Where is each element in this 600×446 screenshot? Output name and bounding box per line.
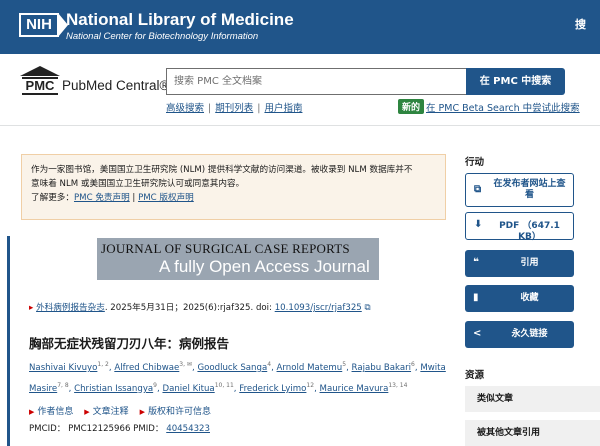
author-affiliation[interactable]: 5 xyxy=(342,361,346,368)
advanced-search-link[interactable]: 高级搜索 xyxy=(166,103,204,114)
author-link[interactable]: Nashivai Kivuyo xyxy=(29,363,97,373)
pmc-name[interactable]: PubMed Central® xyxy=(62,78,170,93)
resources-heading: 资源 xyxy=(465,370,485,381)
author-link[interactable]: Frederick Lyimo xyxy=(239,384,306,394)
copyright-info-label: 版权和许可信息 xyxy=(147,407,211,417)
citation-line: ▸ 外科病例报告杂志. 2025年5月31日；2025(6):rjaf325. … xyxy=(29,301,371,313)
notice-sep: | xyxy=(129,193,139,203)
external-link-icon: ⧉ xyxy=(364,303,371,313)
header-divider xyxy=(0,125,600,126)
author-affiliation[interactable]: 3, ✉ xyxy=(179,361,192,368)
triangle-right-icon: ▶ xyxy=(84,408,90,416)
pmid-line: PMCID： PMC12125966 PMID： 40454323 xyxy=(29,422,210,434)
journal-banner[interactable]: JOURNAL OF SURGICAL CASE REPORTS A fully… xyxy=(97,238,379,280)
org-title[interactable]: National Library of Medicine xyxy=(66,10,294,30)
notice-line-2: 意味着 NLM 或美国国立卫生研究院认可或同意其内容。 xyxy=(31,179,245,189)
new-badge: 新的 xyxy=(398,99,425,114)
pmid-link[interactable]: 40454323 xyxy=(166,424,210,434)
notice-line-1: 作为一家图书馆，美国国立卫生研究院 (NLM) 提供科学文献的访问渠道。被收录到… xyxy=(31,165,413,175)
doi-link[interactable]: 10.1093/jscr/rjaf325 xyxy=(275,303,362,313)
article-notes-label: 文章注释 xyxy=(92,407,129,417)
notice-learn-more: 了解更多：PMC 免责声明 | PMC 版权声明 xyxy=(31,191,436,205)
publisher-site-label: 在发布者网站上查看 xyxy=(493,179,566,200)
link-separator: | xyxy=(257,103,261,114)
article-info-links: ▶ 作者信息 ▶ 文章注释 ▶ 版权和许可信息 xyxy=(29,404,219,417)
user-guide-link[interactable]: 用户指南 xyxy=(264,103,302,114)
nih-logo[interactable]: NIH xyxy=(19,13,68,37)
author-link[interactable]: Arnold Matemu xyxy=(277,363,343,373)
article-accent-bar xyxy=(7,236,10,446)
search-sublinks: 高级搜索 | 期刊列表 | 用户指南 xyxy=(166,100,302,114)
similar-articles-toggle[interactable]: 类似文章 xyxy=(465,386,600,412)
share-icon: < xyxy=(473,328,482,339)
author-info-toggle[interactable]: ▶ 作者信息 xyxy=(29,407,73,417)
journal-banner-tagline: A fully Open Access Journal xyxy=(159,257,370,276)
author-link[interactable]: Maurice Mavura xyxy=(320,384,389,394)
triangle-right-icon: ▶ xyxy=(139,408,145,416)
bullet-icon: ▸ xyxy=(29,303,34,313)
nih-header: NIH National Library of Medicine Nationa… xyxy=(0,0,600,54)
author-affiliation[interactable]: 7, 8 xyxy=(57,382,68,389)
author-link[interactable]: Rajabu Bakari xyxy=(352,363,412,373)
author-link[interactable]: Alfred Chibwae xyxy=(114,363,179,373)
external-link-icon: ⧉ xyxy=(474,184,482,195)
author-affiliation[interactable]: 1, 2 xyxy=(97,361,108,368)
cite-button[interactable]: ❝ 引用 xyxy=(465,250,574,277)
author-link[interactable]: Christian Issangya xyxy=(74,384,153,394)
author-affiliation[interactable]: 9 xyxy=(153,382,157,389)
triangle-right-icon: ▶ xyxy=(29,408,35,416)
search-button[interactable]: 在 PMC 中搜索 xyxy=(466,68,565,95)
bookmark-icon: ▮ xyxy=(473,292,479,303)
pmc-copyright-link[interactable]: PMC 版权声明 xyxy=(138,193,194,203)
author-link[interactable]: Goodluck Sanga xyxy=(197,363,267,373)
pmc-logo-text: PMC xyxy=(22,77,58,95)
author-affiliation[interactable]: 12 xyxy=(306,382,314,389)
disclaimer-notice: 作为一家图书馆，美国国立卫生研究院 (NLM) 提供科学文献的访问渠道。被收录到… xyxy=(21,154,446,220)
publisher-site-button[interactable]: ⧉ 在发布者网站上查看 xyxy=(465,173,574,207)
pmcid-text: PMCID： PMC12125966 PMID： xyxy=(29,424,164,434)
journal-banner-title: JOURNAL OF SURGICAL CASE REPORTS xyxy=(101,241,350,256)
author-list: Nashivai Kivuyo1, 2, Alfred Chibwae3, ✉,… xyxy=(29,361,446,394)
pdf-label: PDF （647.1 KB） xyxy=(499,221,560,242)
author-affiliation[interactable]: 10, 11 xyxy=(215,382,234,389)
pmc-disclaimer-link[interactable]: PMC 免责声明 xyxy=(74,193,130,203)
author-affiliation[interactable]: 4 xyxy=(267,361,271,368)
journal-link[interactable]: 外科病例报告杂志 xyxy=(36,303,105,313)
collections-button[interactable]: ▮ 收藏 xyxy=(465,285,574,312)
org-subtitle: National Center for Biotechnology Inform… xyxy=(66,31,259,42)
pmc-logo[interactable]: PMC xyxy=(20,66,60,96)
search-input[interactable]: 搜索 PMC 全文档案 xyxy=(166,68,466,95)
cite-label: 引用 xyxy=(520,258,539,268)
collections-label: 收藏 xyxy=(520,293,539,303)
journal-list-link[interactable]: 期刊列表 xyxy=(215,103,253,114)
download-icon: ⬇ xyxy=(474,219,483,230)
link-separator: | xyxy=(208,103,212,114)
citation-text: . 2025年5月31日；2025(6):rjaf325. doi: xyxy=(104,303,275,313)
author-affiliation[interactable]: 13, 14 xyxy=(388,382,407,389)
permalink-label: 永久链接 xyxy=(511,329,548,339)
beta-search-link[interactable]: 在 PMC Beta Search 中尝试此搜索 xyxy=(426,100,580,114)
header-search-button[interactable]: 搜 xyxy=(575,16,586,32)
quote-icon: ❝ xyxy=(473,257,479,268)
cited-by-toggle[interactable]: 被其他文章引用 xyxy=(465,420,600,446)
author-info-label: 作者信息 xyxy=(37,407,74,417)
author-affiliation[interactable]: 6 xyxy=(411,361,415,368)
copyright-info-toggle[interactable]: ▶ 版权和许可信息 xyxy=(140,407,211,417)
article-title: 胸部无症状残留刀刃八年：病例报告 xyxy=(29,336,230,351)
pmc-logo-roof xyxy=(20,66,60,76)
actions-heading: 行动 xyxy=(465,157,485,168)
learn-more-label: 了解更多： xyxy=(31,193,74,203)
pdf-download-button[interactable]: ⬇ PDF （647.1 KB） xyxy=(465,212,574,242)
permalink-button[interactable]: < 永久链接 xyxy=(465,321,574,348)
article-notes-toggle[interactable]: ▶ 文章注释 xyxy=(84,407,128,417)
author-link[interactable]: Daniel Kitua xyxy=(162,384,214,394)
